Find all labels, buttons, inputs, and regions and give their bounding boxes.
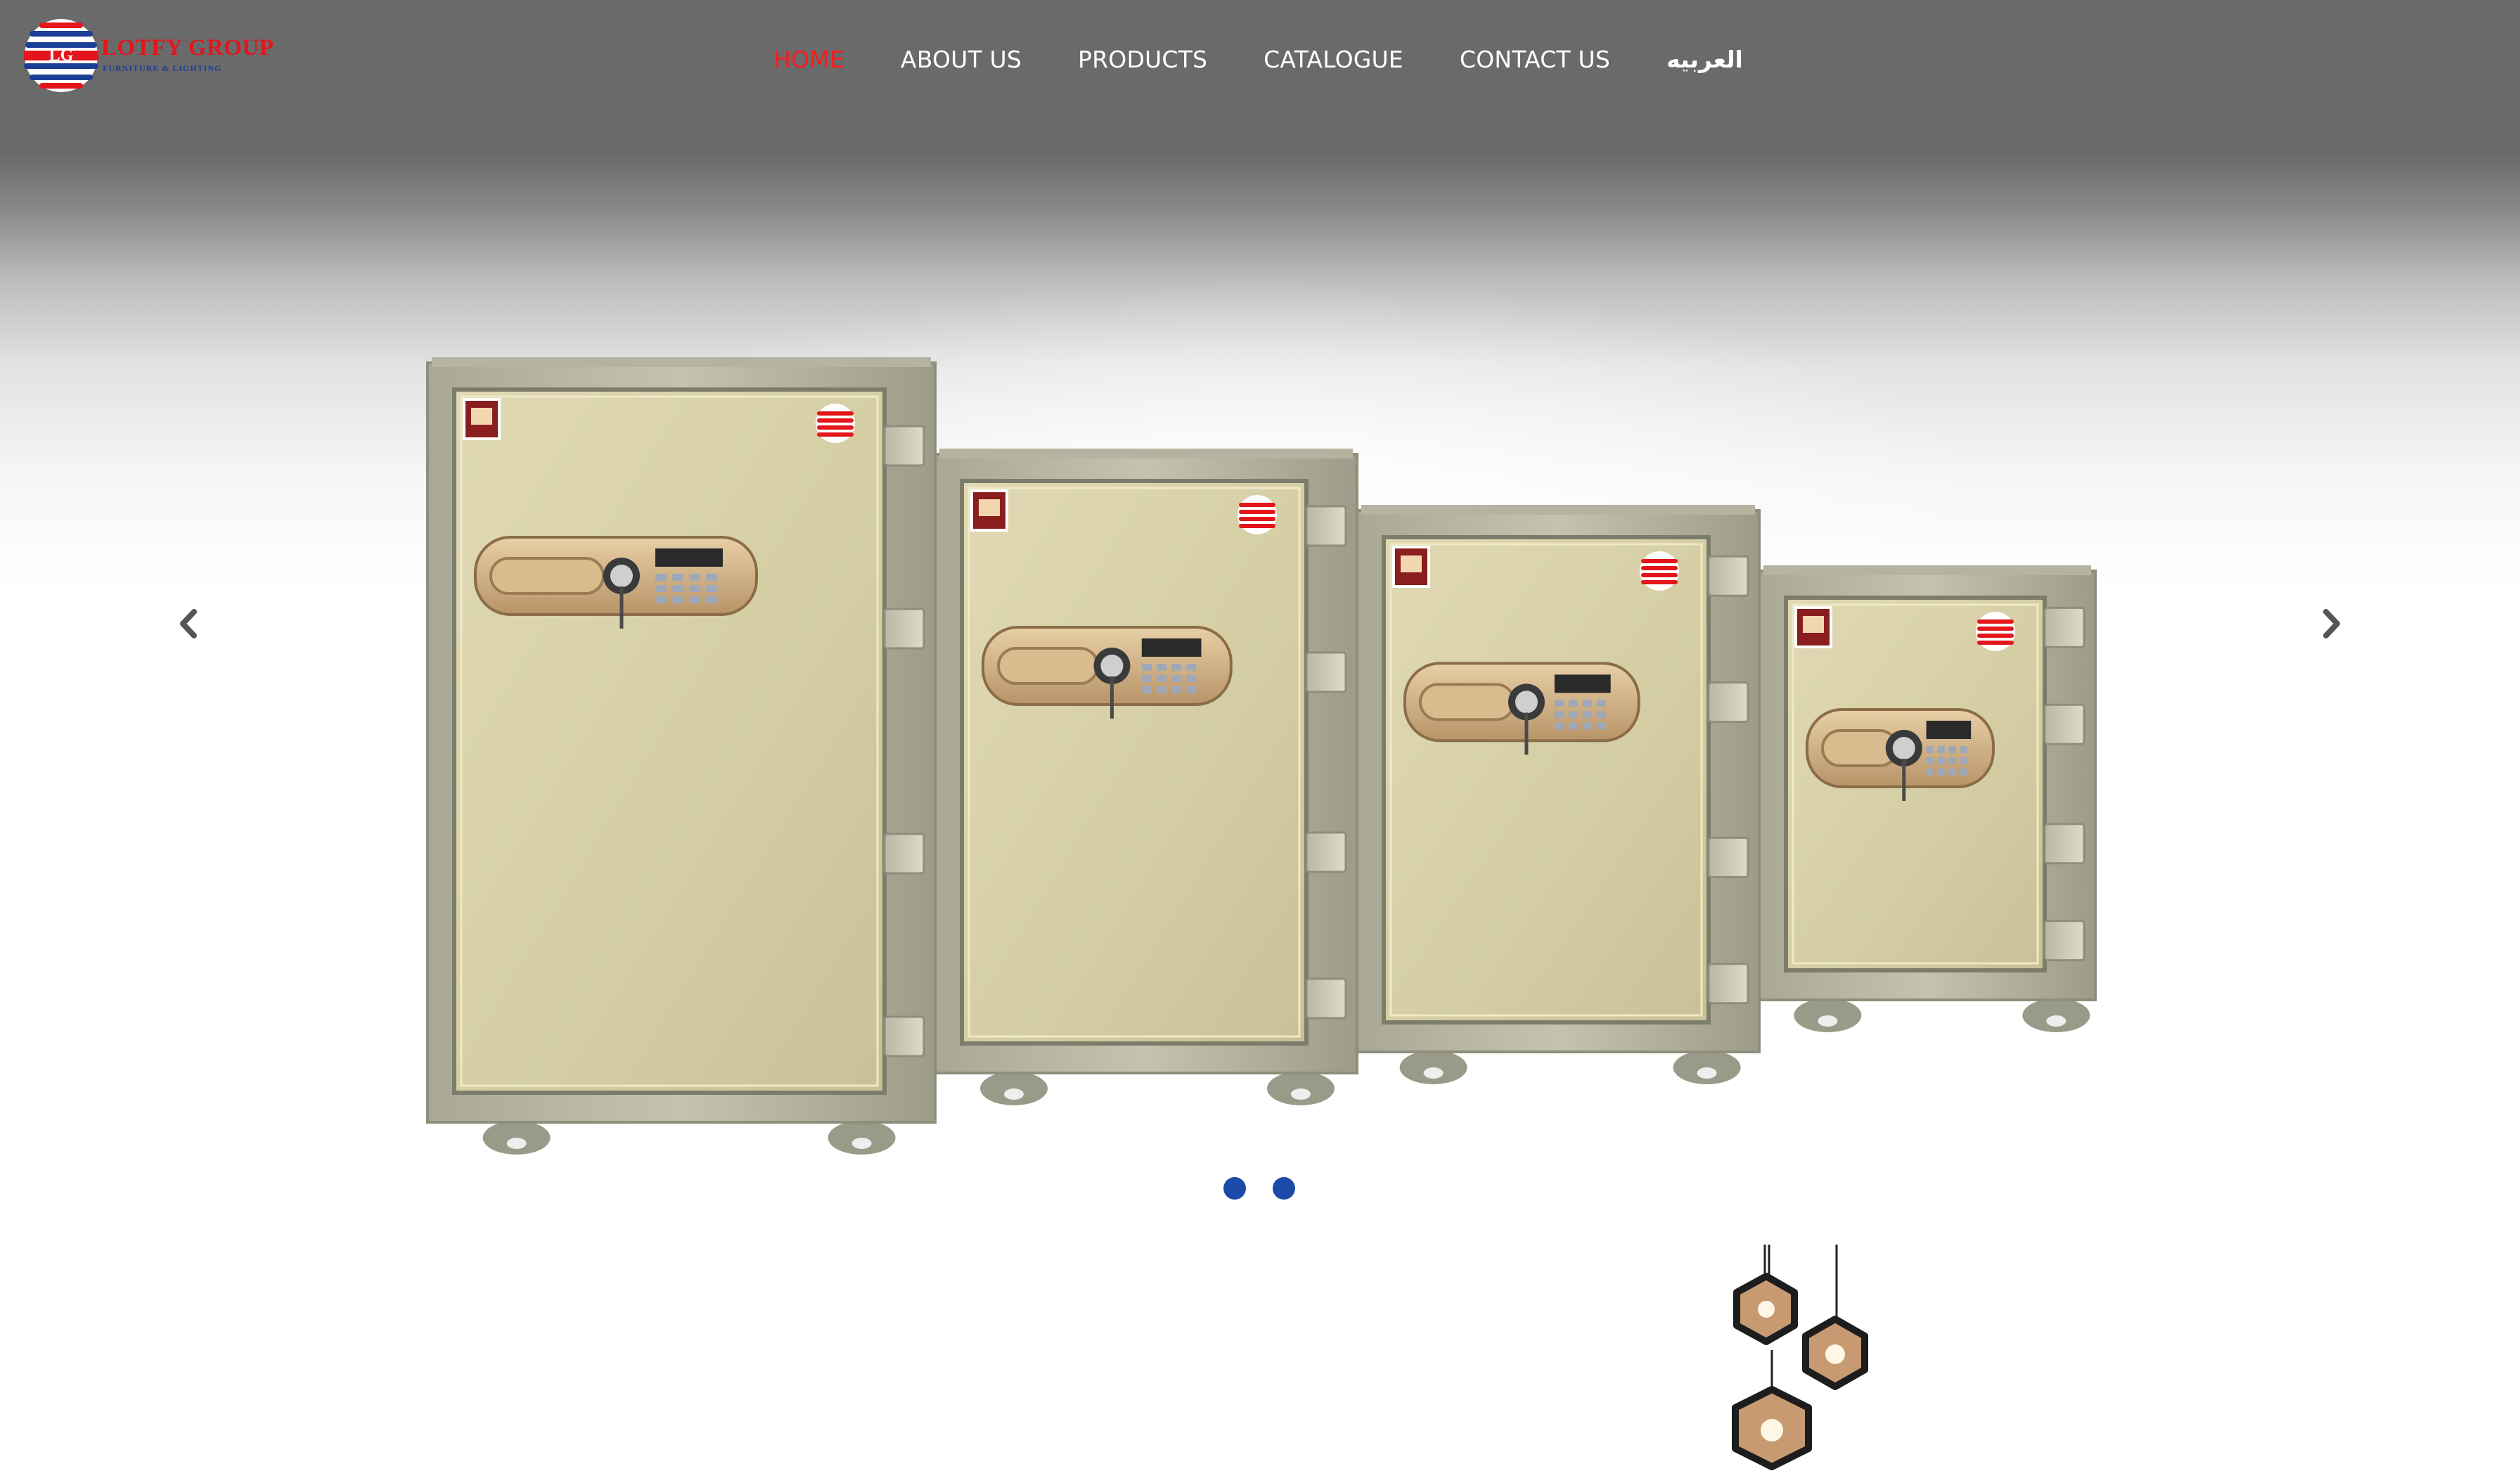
pendant-lamps-icon bbox=[1732, 1245, 1868, 1470]
nav-home[interactable]: HOME bbox=[773, 46, 844, 73]
lamp-cube bbox=[1802, 1316, 1868, 1390]
globe-logo-icon: LG bbox=[24, 19, 98, 92]
safe-unit bbox=[934, 449, 1358, 1105]
nav-about-us[interactable]: ABOUT US bbox=[901, 46, 1022, 73]
lamp-cube bbox=[1733, 1273, 1798, 1345]
logo-title: LOTFY GROUP bbox=[101, 35, 274, 60]
logo-subtitle: FURNITURE & LIGHTING bbox=[103, 63, 222, 73]
site-header: LG LOTFY GROUP FURNITURE & LIGHTING HOME… bbox=[0, 0, 2520, 127]
nav-contact-us[interactable]: CONTACT US bbox=[1460, 46, 1610, 73]
page: LG LOTFY GROUP FURNITURE & LIGHTING HOME… bbox=[0, 0, 2520, 1471]
slider-dot[interactable] bbox=[1223, 1177, 1246, 1200]
main-nav: HOME ABOUT US PRODUCTS CATALOGUE CONTACT… bbox=[773, 38, 1743, 80]
chevron-left-icon[interactable] bbox=[172, 606, 207, 641]
safes-slide-image bbox=[426, 357, 2097, 1155]
lamp-cube bbox=[1732, 1386, 1812, 1470]
slider-dot[interactable] bbox=[1273, 1177, 1295, 1200]
logo-emblem-text: LG bbox=[49, 46, 74, 65]
safe-unit bbox=[1758, 565, 2097, 1032]
chevron-right-icon[interactable] bbox=[2313, 606, 2348, 641]
nav-products[interactable]: PRODUCTS bbox=[1078, 46, 1207, 73]
nav-catalogue[interactable]: CATALOGUE bbox=[1264, 46, 1403, 73]
safe-unit bbox=[426, 357, 937, 1155]
brand-logo[interactable]: LG LOTFY GROUP FURNITURE & LIGHTING bbox=[22, 17, 274, 94]
nav-arabic[interactable]: العربيه bbox=[1666, 46, 1743, 73]
slider-pagination bbox=[1223, 1177, 1322, 1200]
safe-unit bbox=[1356, 505, 1761, 1084]
